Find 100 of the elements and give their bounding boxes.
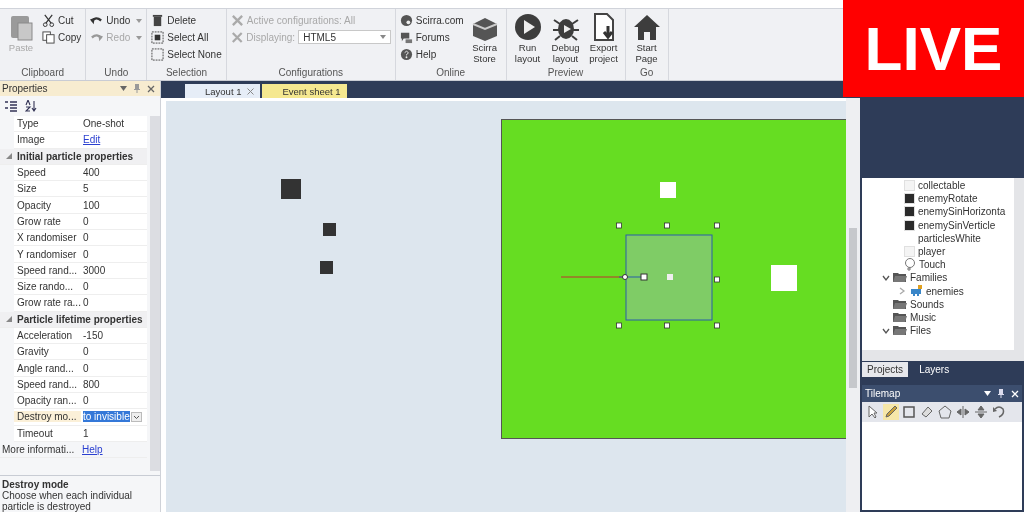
- property-name[interactable]: Size rando...: [14, 281, 81, 293]
- document-tab[interactable]: Event sheet 1: [262, 84, 347, 98]
- chevron-down-icon[interactable]: [882, 326, 890, 335]
- property-name[interactable]: Type: [14, 118, 81, 130]
- group-label: Configurations: [278, 67, 343, 78]
- tree-item[interactable]: Music: [910, 311, 937, 323]
- select-none-button[interactable]: Select None: [151, 47, 222, 62]
- link[interactable]: Edit: [83, 134, 101, 146]
- scrollbar[interactable]: [862, 350, 1024, 361]
- tree-item[interactable]: collectable: [918, 180, 966, 192]
- property-value[interactable]: 3000: [83, 264, 106, 276]
- property-value[interactable]: to invisible: [83, 411, 130, 423]
- tool-button[interactable]: [991, 404, 1007, 420]
- property-value[interactable]: -150: [83, 330, 103, 341]
- store-button[interactable]: Scirra Store: [467, 12, 502, 64]
- dropdown-icon[interactable]: [984, 391, 991, 396]
- undo-button[interactable]: Undo: [90, 13, 143, 28]
- tool-button[interactable]: [955, 404, 971, 420]
- export-button[interactable]: Export project: [586, 12, 621, 64]
- property-value[interactable]: 0: [83, 248, 89, 260]
- property-value[interactable]: 1: [83, 427, 89, 439]
- dropdown-icon[interactable]: [120, 86, 127, 91]
- tree-item[interactable]: particlesWhite: [918, 232, 981, 244]
- caret-icon: [379, 35, 386, 39]
- chevron-right-icon[interactable]: [898, 287, 906, 296]
- tool-button[interactable]: [937, 404, 953, 420]
- selected-object-drawing[interactable]: [559, 222, 723, 332]
- copy-button[interactable]: Copy: [42, 30, 82, 45]
- web-button[interactable]: Scirra.com: [399, 13, 464, 28]
- categorized-icon[interactable]: [5, 100, 17, 112]
- cut-button[interactable]: Cut: [42, 13, 82, 28]
- tree-item[interactable]: Families: [910, 272, 948, 284]
- tree-item[interactable]: enemyRotate: [918, 193, 978, 205]
- group-label: Undo: [104, 67, 129, 78]
- property-name[interactable]: More informati...: [0, 444, 80, 456]
- tool-button[interactable]: [883, 404, 899, 420]
- property-value[interactable]: 100: [83, 199, 100, 211]
- forums-button[interactable]: Forums: [399, 30, 464, 45]
- property-value[interactable]: 0: [83, 346, 89, 358]
- tool-button[interactable]: [901, 404, 917, 420]
- select-all-button[interactable]: Select All: [151, 30, 222, 45]
- property-value[interactable]: 0: [83, 362, 89, 374]
- caret-icon[interactable]: [136, 18, 143, 23]
- scrollbar[interactable]: [150, 116, 160, 471]
- tree-item[interactable]: player: [918, 246, 946, 258]
- property-name[interactable]: Timeout: [14, 427, 81, 439]
- property-value[interactable]: 0: [83, 232, 89, 244]
- property-name[interactable]: Angle rand...: [14, 362, 81, 374]
- property-name[interactable]: Y randomiser: [14, 248, 81, 260]
- property-value[interactable]: 5: [83, 183, 89, 195]
- tree-item[interactable]: enemySinHorizonta: [918, 206, 1006, 218]
- property-name[interactable]: Gravity: [14, 346, 81, 358]
- description-title: Destroy mode: [2, 479, 69, 490]
- help-button[interactable]: Help: [399, 47, 464, 62]
- property-name[interactable]: Speed rand...: [14, 264, 81, 276]
- tree-item[interactable]: Sounds: [910, 298, 944, 310]
- collapse-icon[interactable]: [6, 153, 12, 160]
- property-value[interactable]: 0: [83, 281, 89, 293]
- debug-button[interactable]: Debug layout: [548, 12, 583, 64]
- property-name[interactable]: Speed: [14, 167, 81, 179]
- property-name[interactable]: Acceleration: [14, 330, 81, 341]
- panel-tab[interactable]: Projects: [862, 362, 909, 377]
- tree-item[interactable]: enemySinVerticle: [918, 219, 996, 231]
- property-name[interactable]: Destroy mo...: [14, 411, 81, 423]
- trash-icon: [151, 14, 165, 27]
- folder-icon: [893, 272, 907, 284]
- property-value[interactable]: 0: [83, 297, 89, 309]
- sort-alphabetical-icon[interactable]: [25, 100, 37, 112]
- run-button[interactable]: Run layout: [510, 12, 545, 64]
- property-name[interactable]: Opacity ran...: [14, 395, 81, 407]
- property-value[interactable]: 0: [83, 215, 89, 227]
- scrollbar[interactable]: [1014, 178, 1024, 350]
- pin-icon[interactable]: [998, 389, 1004, 398]
- chevron-down-icon[interactable]: [130, 412, 142, 422]
- tree-item[interactable]: Files: [910, 325, 932, 337]
- tree-item[interactable]: enemies: [926, 285, 964, 297]
- document-tab[interactable]: Layout 1: [185, 84, 261, 98]
- tree-item[interactable]: Touch: [919, 259, 946, 271]
- property-value[interactable]: One-shot: [83, 118, 125, 130]
- close-icon[interactable]: [147, 84, 155, 93]
- property-name[interactable]: Size: [14, 183, 81, 195]
- delete-button[interactable]: Delete: [151, 13, 222, 28]
- globe-icon: [399, 14, 413, 27]
- property-name[interactable]: Image: [14, 134, 81, 146]
- collapse-icon[interactable]: [6, 316, 12, 323]
- property-name[interactable]: Grow rate ra...: [14, 297, 81, 309]
- scrollbar[interactable]: [846, 98, 860, 512]
- property-value[interactable]: 0: [83, 395, 89, 407]
- property-name[interactable]: Speed rand...: [14, 378, 81, 390]
- property-name[interactable]: X randomiser: [14, 232, 81, 244]
- property-value[interactable]: 400: [83, 167, 100, 179]
- property-value[interactable]: 800: [83, 378, 100, 390]
- tool-button[interactable]: [919, 404, 935, 420]
- property-name[interactable]: Opacity: [14, 199, 81, 211]
- property-name[interactable]: Grow rate: [14, 215, 81, 227]
- chevron-down-icon[interactable]: [882, 273, 890, 282]
- link[interactable]: Help: [82, 444, 103, 456]
- tool-button[interactable]: [973, 404, 989, 420]
- home-button[interactable]: Start Page: [629, 12, 664, 64]
- panel-tab[interactable]: Layers: [914, 362, 955, 377]
